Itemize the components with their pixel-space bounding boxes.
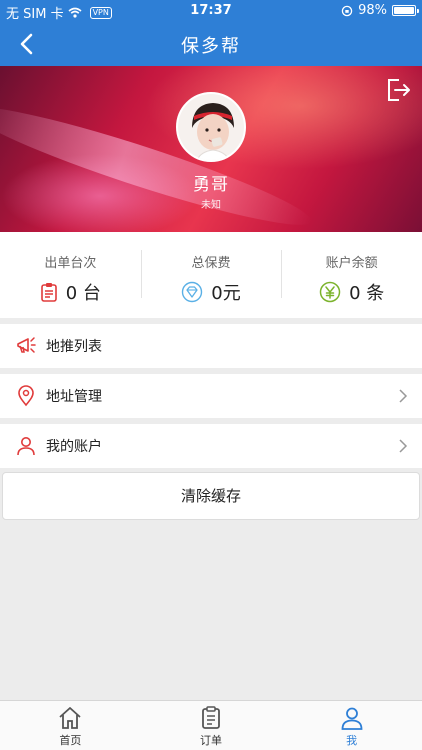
yen-icon [319, 281, 341, 303]
logout-icon[interactable] [384, 76, 412, 104]
stat-label: 出单台次 [44, 256, 97, 271]
battery-fill [394, 7, 414, 14]
tab-label: 订单 [200, 734, 222, 747]
home-icon [59, 707, 81, 729]
username: 勇哥 [193, 175, 229, 195]
clear-cache-button[interactable]: 清除缓存 [2, 472, 420, 520]
profile-banner: 勇哥 未知 [0, 66, 422, 232]
tab-bar: 首页 订单 我 [0, 700, 422, 750]
tab-home[interactable]: 首页 [0, 701, 141, 750]
gender-label: 未知 [201, 200, 221, 211]
status-right: 98% [341, 3, 419, 18]
stat-label: 账户余额 [325, 256, 378, 271]
nav-bar: 保多帮 [0, 22, 422, 66]
tab-label: 我 [346, 734, 358, 747]
stats-panel: 出单台次 0 台 总保费 0元 账户余额 0 条 [0, 232, 422, 318]
user-icon [17, 437, 35, 456]
stat-premium: 总保费 0元 [140, 232, 282, 318]
orders-icon [202, 706, 220, 729]
avatar-image [178, 94, 244, 160]
page-title: 保多帮 [181, 36, 241, 57]
battery-percent: 98% [358, 3, 387, 18]
avatar[interactable] [176, 92, 246, 162]
stat-orders: 出单台次 0 台 [0, 232, 141, 318]
menu-label: 我的账户 [46, 439, 102, 455]
megaphone-icon [17, 337, 36, 353]
diamond-icon [182, 281, 203, 303]
menu-item-address-management[interactable]: 地址管理 [0, 374, 422, 418]
menu-label: 地推列表 [46, 339, 102, 355]
menu-item-my-account[interactable]: 我的账户 [0, 424, 422, 468]
chevron-right-icon [399, 389, 408, 403]
stat-value: 0 台 [65, 283, 101, 304]
rotation-lock-icon [341, 5, 353, 16]
location-pin-icon [18, 385, 34, 407]
menu-item-promotion-list[interactable]: 地推列表 [0, 324, 422, 368]
tab-me[interactable]: 我 [281, 701, 422, 750]
menu-label: 地址管理 [46, 389, 102, 405]
tab-label: 首页 [59, 734, 82, 747]
clipboard-icon [40, 283, 57, 302]
profile-icon [341, 707, 363, 730]
stat-value: 0 条 [349, 283, 385, 304]
stat-value: 0元 [211, 283, 241, 304]
chevron-right-icon [399, 439, 408, 453]
tab-orders[interactable]: 订单 [141, 701, 282, 750]
stat-balance: 账户余额 0 条 [281, 232, 422, 318]
battery-icon [392, 5, 419, 16]
stat-label: 总保费 [191, 256, 231, 271]
status-bar: 无 SIM 卡 VPN 17:37 98% [0, 0, 422, 22]
